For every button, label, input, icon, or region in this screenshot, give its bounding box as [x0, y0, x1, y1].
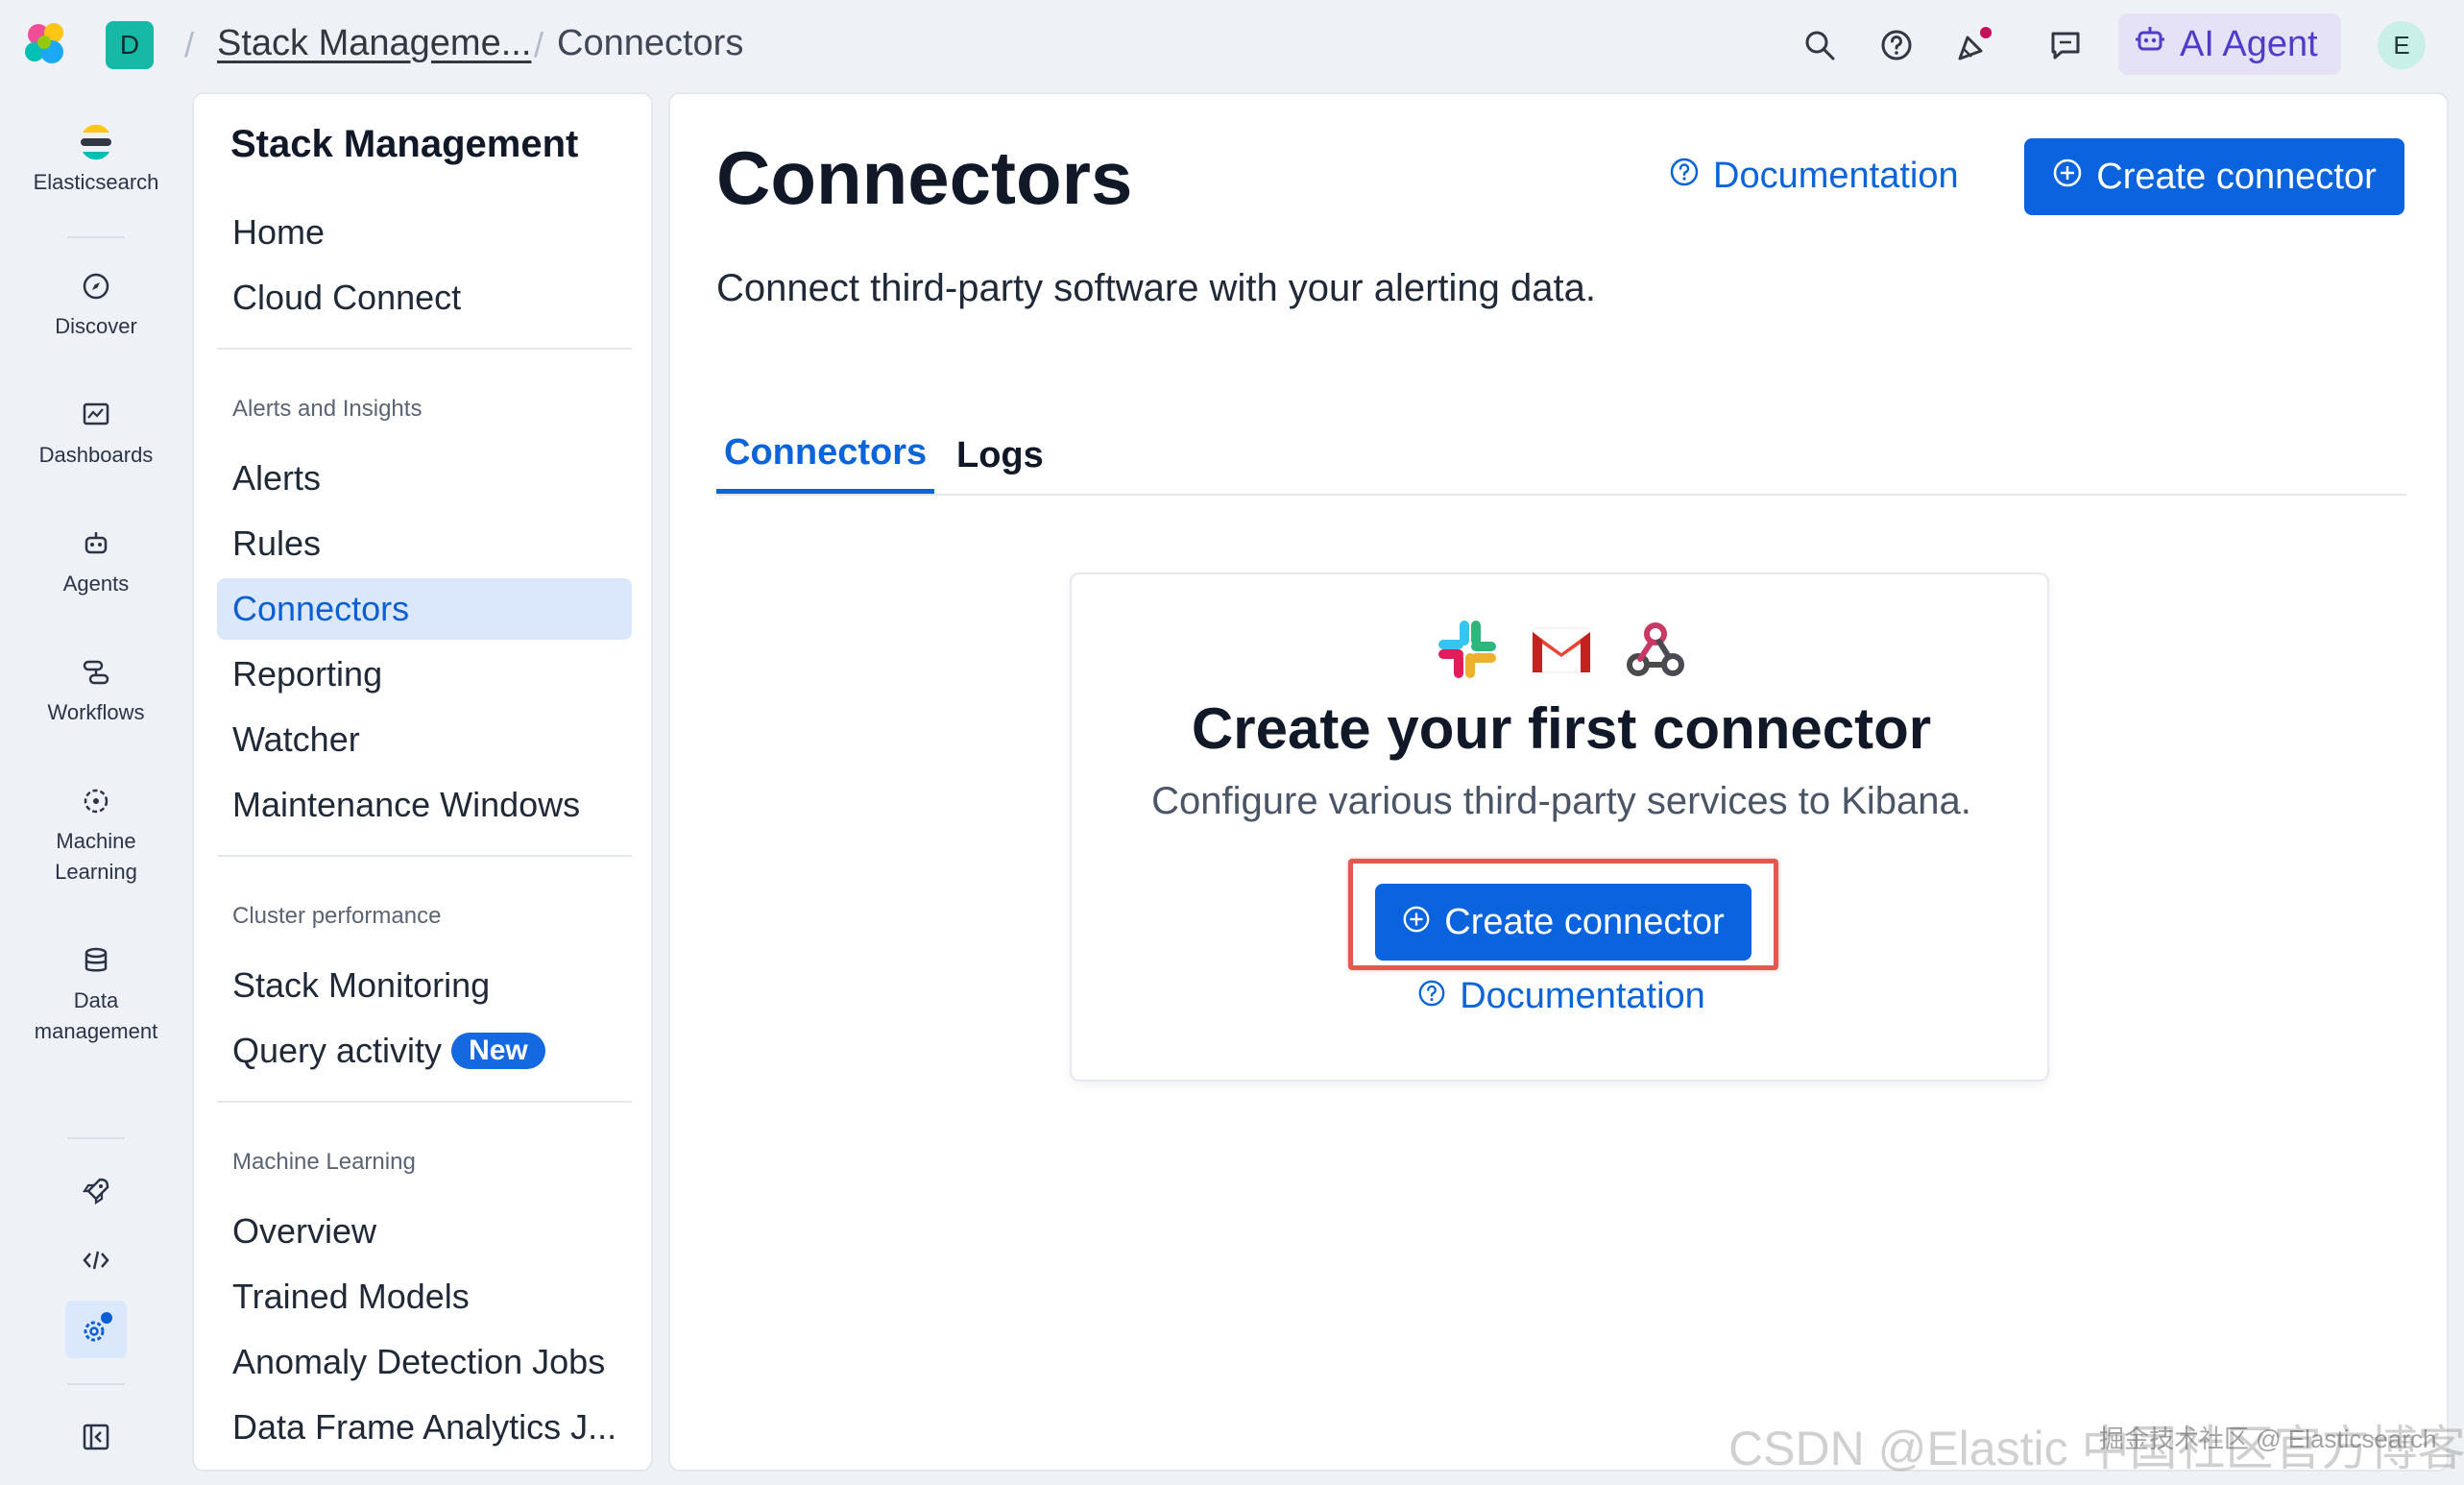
- elasticsearch-icon: [77, 123, 115, 161]
- breadcrumb-stack-management[interactable]: Stack Manageme...: [217, 23, 531, 64]
- nav-item-label: Query activity: [232, 1031, 443, 1070]
- nav-divider: [217, 855, 632, 857]
- help-icon: [1669, 156, 1700, 197]
- rail-label: Dashboards: [38, 443, 154, 467]
- page-description: Connect third-party software with your a…: [716, 267, 1596, 309]
- rail-label: Data management: [34, 988, 158, 1043]
- code-icon[interactable]: [65, 1231, 127, 1289]
- rail-divider: [67, 1383, 125, 1385]
- robot-icon: [2134, 23, 2166, 65]
- tab-logs[interactable]: Logs: [956, 417, 1044, 494]
- nav-group-alerts-insights: Alerts and Insights: [232, 396, 423, 422]
- nav-item-alerts[interactable]: Alerts: [217, 448, 632, 509]
- rail-item-data-management[interactable]: Data management: [0, 941, 192, 1047]
- workflow-icon: [77, 653, 115, 692]
- main-content: Connectors Documentation Create connecto…: [668, 92, 2449, 1472]
- documentation-label: Documentation: [1713, 156, 1959, 196]
- plus-circle-icon: [2052, 157, 2083, 198]
- rail-label: Machine Learning: [55, 829, 137, 884]
- empty-state-create-connector-button[interactable]: Create connector: [1375, 884, 1751, 961]
- help-icon: [1417, 976, 1446, 1017]
- robot-icon: [77, 524, 115, 563]
- help-icon[interactable]: [1876, 25, 1917, 65]
- celebration-icon[interactable]: [1953, 25, 1993, 65]
- plus-circle-icon: [1402, 902, 1431, 943]
- nav-item-data-frame-analytics[interactable]: Data Frame Analytics J...: [217, 1397, 632, 1458]
- rail-divider: [67, 1137, 125, 1139]
- ai-agent-label: AI Agent: [2180, 23, 2318, 64]
- rail-item-agents[interactable]: Agents: [0, 524, 192, 599]
- nav-divider: [217, 1101, 632, 1103]
- nav-item-query-activity[interactable]: Query activity New: [217, 1020, 632, 1082]
- nav-item-home[interactable]: Home: [217, 202, 632, 263]
- icon-rail: Elasticsearch Discover Dashboards Agents: [0, 88, 192, 1485]
- nav-group-cluster-performance: Cluster performance: [232, 903, 442, 929]
- gmail-icon: [1529, 617, 1594, 687]
- management-gear-icon[interactable]: [65, 1301, 127, 1358]
- connector-brand-icons: [1072, 617, 2051, 687]
- dashboard-icon: [77, 396, 115, 434]
- user-avatar[interactable]: E: [2378, 21, 2426, 69]
- database-icon: [77, 941, 115, 980]
- nav-item-cloud-connect[interactable]: Cloud Connect: [217, 267, 632, 329]
- app-window: D / Stack Manageme... / Connectors AI Ag…: [0, 0, 2464, 1485]
- breadcrumb-separator: /: [184, 25, 195, 64]
- sidenav-title: Stack Management: [230, 123, 579, 165]
- search-icon[interactable]: [1800, 25, 1840, 65]
- nav-item-overview[interactable]: Overview: [217, 1201, 632, 1262]
- nav-divider: [217, 348, 632, 350]
- nav-group-machine-learning: Machine Learning: [232, 1149, 416, 1175]
- empty-state-card: Create your first connector Configure va…: [1070, 572, 2049, 1082]
- machine-learning-icon: [77, 782, 115, 820]
- collapse-nav-icon[interactable]: [65, 1408, 127, 1466]
- rail-label: Agents: [62, 572, 130, 596]
- ai-agent-button[interactable]: AI Agent: [2118, 13, 2341, 75]
- rail-item-machine-learning[interactable]: Machine Learning: [0, 782, 192, 888]
- rail-label: Discover: [55, 314, 137, 338]
- tab-connectors[interactable]: Connectors: [716, 417, 935, 494]
- watermark-overlay: 掘金技术社区 @ Elasticsearch: [2099, 1424, 2437, 1453]
- rocket-icon[interactable]: [65, 1162, 127, 1220]
- breadcrumb-separator: /: [534, 25, 544, 64]
- rail-item-elasticsearch[interactable]: Elasticsearch: [0, 123, 192, 198]
- nav-item-reporting[interactable]: Reporting: [217, 644, 632, 705]
- nav-item-stack-monitoring[interactable]: Stack Monitoring: [217, 955, 632, 1016]
- nav-item-maintenance-windows[interactable]: Maintenance Windows: [217, 774, 632, 836]
- page-title: Connectors: [716, 135, 1133, 220]
- nav-item-watcher[interactable]: Watcher: [217, 709, 632, 770]
- chat-icon[interactable]: [2045, 25, 2086, 65]
- nav-item-anomaly-detection-jobs[interactable]: Anomaly Detection Jobs: [217, 1331, 632, 1393]
- new-badge: New: [451, 1033, 545, 1069]
- rail-label: Workflows: [47, 700, 145, 724]
- create-connector-button[interactable]: Create connector: [2024, 138, 2404, 215]
- create-connector-label: Create connector: [1444, 901, 1725, 942]
- create-connector-label: Create connector: [2096, 156, 2377, 197]
- rail-divider: [67, 236, 125, 238]
- elastic-logo-icon[interactable]: [21, 19, 71, 69]
- rail-item-workflows[interactable]: Workflows: [0, 653, 192, 728]
- webhook-icon: [1623, 617, 1688, 687]
- empty-state-title: Create your first connector: [1191, 696, 1932, 761]
- breadcrumb-connectors: Connectors: [557, 23, 744, 63]
- nav-item-connectors[interactable]: Connectors: [217, 578, 632, 640]
- tab-bar: Connectors Logs: [716, 417, 2406, 496]
- compass-icon: [77, 267, 115, 305]
- empty-state-documentation-link[interactable]: Documentation: [1072, 976, 2051, 1017]
- documentation-label: Documentation: [1460, 976, 1705, 1016]
- rail-item-discover[interactable]: Discover: [0, 267, 192, 342]
- stack-management-nav: Stack Management Home Cloud Connect Aler…: [192, 92, 653, 1472]
- rail-label: Elasticsearch: [33, 170, 159, 194]
- top-header: D / Stack Manageme... / Connectors AI Ag…: [0, 0, 2464, 88]
- space-avatar[interactable]: D: [106, 21, 154, 69]
- nav-item-rules[interactable]: Rules: [217, 513, 632, 574]
- rail-item-dashboards[interactable]: Dashboards: [0, 396, 192, 471]
- empty-state-description: Configure various third-party services t…: [1151, 780, 1971, 822]
- documentation-link[interactable]: Documentation: [1669, 156, 1959, 197]
- slack-icon: [1435, 617, 1500, 687]
- nav-item-trained-models[interactable]: Trained Models: [217, 1266, 632, 1327]
